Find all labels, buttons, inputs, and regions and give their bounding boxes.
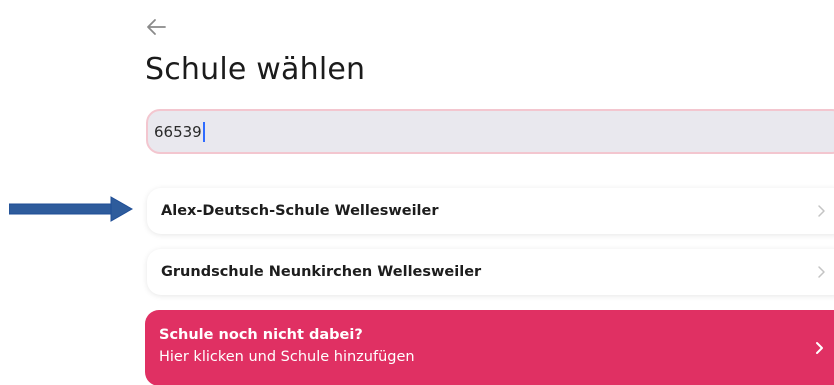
school-result-item[interactable]: Grundschule Neunkirchen Wellesweiler (147, 249, 834, 295)
blue-arrow-icon (9, 196, 133, 222)
arrow-left-icon (147, 19, 166, 35)
add-school-subtitle: Hier klicken und Schule hinzufügen (159, 349, 415, 365)
chevron-right-icon (818, 266, 825, 278)
school-selection-screen: Schule wählen 66539 Alex-Deutsch-Schule … (0, 0, 834, 385)
chevron-right-icon (818, 205, 825, 217)
search-input[interactable]: 66539 (146, 109, 834, 154)
page-title: Schule wählen (145, 52, 366, 87)
add-school-title: Schule noch nicht dabei? (159, 327, 363, 343)
back-button[interactable] (143, 14, 169, 40)
school-result-item[interactable]: Alex-Deutsch-Schule Wellesweiler (147, 188, 834, 234)
school-result-label: Grundschule Neunkirchen Wellesweiler (161, 264, 482, 280)
school-result-label: Alex-Deutsch-Schule Wellesweiler (161, 203, 439, 219)
chevron-right-icon (816, 342, 823, 354)
add-school-button[interactable]: Schule noch nicht dabei? Hier klicken un… (145, 310, 834, 385)
search-input-value: 66539 (154, 122, 202, 141)
text-caret (202, 121, 205, 142)
